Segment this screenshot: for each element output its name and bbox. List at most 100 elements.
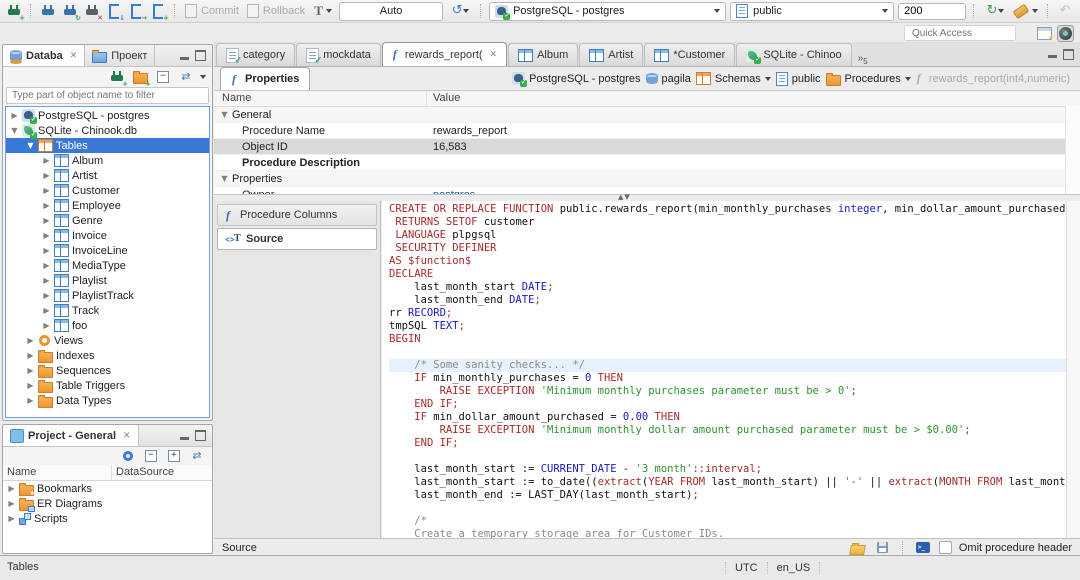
minimize-icon[interactable] (180, 436, 189, 440)
source-code-viewer[interactable]: CREATE OR REPLACE FUNCTION public.reward… (382, 201, 1067, 538)
tree-item-invoice[interactable]: ▶ Invoice (6, 228, 209, 243)
expander-icon[interactable]: ▶ (42, 156, 51, 165)
expander-icon[interactable]: ▶ (42, 171, 51, 180)
tree-item-genre[interactable]: ▶ Genre (6, 213, 209, 228)
close-icon[interactable]: ✕ (490, 50, 498, 60)
expander-icon[interactable]: ▶ (26, 381, 35, 390)
expander-icon[interactable]: ▶ (42, 306, 51, 315)
minimize-icon[interactable] (1048, 55, 1057, 58)
editor-tab-rewards-report[interactable]: rewards_report(✕ (381, 42, 508, 66)
properties-scrollbar[interactable] (1065, 106, 1080, 195)
expander-icon[interactable]: ▶ (42, 276, 51, 285)
fetch-size-input[interactable] (898, 2, 967, 20)
tree-item-foo[interactable]: ▶ foo (6, 318, 209, 333)
nav-new-connection-button[interactable]: + (108, 68, 128, 88)
undo-button[interactable]: ↶ (1056, 2, 1074, 20)
editor-tab-sqlite-chinoo[interactable]: SQLite - Chinoo (736, 43, 852, 66)
open-perspective-button[interactable] (1035, 24, 1054, 42)
property-row-procedure-name[interactable]: Procedure Name rewards_report (214, 123, 1080, 139)
disconnect-button[interactable]: ✕ (83, 2, 103, 22)
tree-item-employee[interactable]: ▶ Employee (6, 198, 209, 213)
chevron-down-icon[interactable] (764, 76, 771, 81)
new-sql-editor-button[interactable]: + (149, 2, 169, 22)
editor-tab-artist[interactable]: Artist (579, 43, 644, 66)
side-tab-procedure-columns[interactable]: Procedure Columns (217, 204, 377, 226)
object-filter-input[interactable] (6, 87, 209, 104)
connect-button[interactable] (39, 2, 57, 20)
expander-icon[interactable]: ▶ (42, 216, 51, 225)
nav-new-folder-button[interactable]: + (131, 68, 151, 88)
tab-project-general[interactable]: Project - General ✕ (3, 425, 139, 446)
expander-icon[interactable]: ▶ (7, 514, 16, 523)
breadcrumb-item-pagila[interactable]: pagila (645, 73, 691, 85)
link-with-editor-button[interactable]: ⇄ (177, 68, 195, 86)
side-tab-source[interactable]: Source (217, 228, 377, 250)
splitter-handle-icon[interactable]: ▲▼ (618, 193, 631, 201)
status-locale[interactable]: en_US (766, 561, 821, 574)
breadcrumb-item-procedures[interactable]: Procedures (825, 72, 911, 86)
expander-icon[interactable]: ▶ (26, 366, 35, 375)
project-link-button[interactable]: ⇄ (188, 447, 206, 465)
expander-icon[interactable]: ▼ (26, 141, 35, 150)
transaction-history-button[interactable]: ↺ (447, 2, 473, 20)
save-to-file-button[interactable] (874, 539, 892, 557)
sql-editor-button[interactable]: ↓ (105, 2, 125, 22)
tab-properties[interactable]: Properties (220, 67, 311, 90)
tree-item-sequences[interactable]: ▶ Sequences (6, 363, 209, 378)
expander-icon[interactable]: ▶ (42, 321, 51, 330)
view-menu-icon[interactable] (200, 75, 206, 79)
expander-icon[interactable]: ▼ (10, 126, 19, 135)
expander-icon[interactable]: ▶ (10, 111, 19, 120)
expander-icon[interactable]: ▼ (220, 110, 229, 119)
tree-item-mediatype[interactable]: ▶ MediaType (6, 258, 209, 273)
editor-tab-mockdata[interactable]: mockdata (296, 43, 381, 66)
tree-item-track[interactable]: ▶ Track (6, 303, 209, 318)
tree-item-customer[interactable]: ▶ Customer (6, 183, 209, 198)
chevron-down-icon[interactable] (904, 76, 911, 81)
expander-icon[interactable]: ▶ (42, 246, 51, 255)
load-from-file-button[interactable] (849, 539, 867, 557)
tree-item-tables[interactable]: ▼ Tables (6, 138, 209, 153)
project-settings-button[interactable] (119, 447, 137, 465)
property-row-object-id[interactable]: Object ID 16,583 (214, 139, 1080, 155)
collapse-all-button[interactable] (154, 68, 172, 86)
dbeaver-perspective-button[interactable] (1057, 24, 1074, 42)
expander-icon[interactable]: ▶ (42, 201, 51, 210)
rollback-button[interactable]: Rollback (245, 4, 307, 18)
tree-item-data-types[interactable]: ▶ Data Types (6, 393, 209, 408)
tab-database-navigator[interactable]: Databa ✕ (3, 45, 86, 66)
expander-icon[interactable]: ▶ (42, 291, 51, 300)
reconnect-button[interactable]: ↻ (61, 2, 81, 22)
expander-icon[interactable]: ▶ (7, 484, 16, 493)
expander-icon[interactable]: ▶ (7, 499, 16, 508)
expander-icon[interactable]: ▶ (42, 261, 51, 270)
breadcrumb-item-public[interactable]: public (775, 71, 821, 86)
minimize-icon[interactable] (180, 56, 189, 60)
tree-item-indexes[interactable]: ▶ Indexes (6, 348, 209, 363)
new-connection-button[interactable]: + (5, 2, 25, 22)
commit-button[interactable]: Commit (183, 4, 241, 18)
tree-item-views[interactable]: ▶ Views (6, 333, 209, 348)
expander-icon[interactable]: ▼ (220, 174, 229, 183)
transaction-mode-select[interactable]: Auto (339, 1, 444, 21)
tree-item-artist[interactable]: ▶ Artist (6, 168, 209, 183)
open-in-sql-console-button[interactable] (914, 539, 932, 557)
editor-tab-album[interactable]: Album (508, 43, 579, 66)
maximize-icon[interactable] (195, 430, 206, 441)
project-item-bookmarks[interactable]: ▶ Bookmarks (3, 481, 212, 497)
tab-projects[interactable]: Проект (85, 45, 156, 66)
refresh-button[interactable]: ↻ (982, 2, 1008, 20)
project-collapse-button[interactable] (142, 447, 160, 465)
active-connection-select[interactable]: PostgreSQL - postgres (489, 1, 727, 21)
property-row-procedure-description[interactable]: Procedure Description (214, 155, 1080, 171)
erase-button[interactable] (1012, 2, 1040, 20)
tree-item-playlisttrack[interactable]: ▶ PlaylistTrack (6, 288, 209, 303)
tree-item-invoiceline[interactable]: ▶ InvoiceLine (6, 243, 209, 258)
maximize-icon[interactable] (195, 50, 206, 61)
source-scrollbar[interactable] (1066, 201, 1080, 538)
expander-icon[interactable]: ▶ (26, 396, 35, 405)
tree-item-postgresql-postgres[interactable]: ▶ PostgreSQL - postgres (6, 108, 209, 124)
breadcrumb-item-postgresql-postgres[interactable]: PostgreSQL - postgres (512, 72, 641, 87)
editor-tab-category[interactable]: category (216, 43, 296, 66)
breadcrumb-item-schemas[interactable]: Schemas (695, 72, 771, 85)
